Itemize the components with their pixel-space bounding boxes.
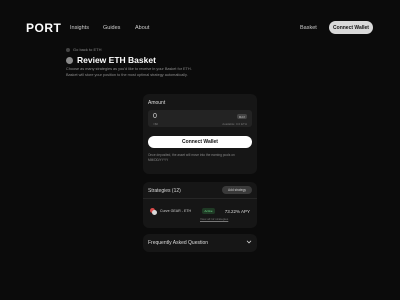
nav-link-guides[interactable]: Guides [103,25,120,31]
faq-title: Frequently Asked Question [148,240,209,246]
strategy-row[interactable]: Curve GEAR - ETH Active 73.22% APY View … [143,204,257,222]
divider [143,198,257,199]
page-title: Review ETH Basket [66,55,156,65]
back-arrow-icon [66,47,70,52]
page-description: Choose as many strategies as you'd like … [66,67,192,77]
max-button[interactable]: MAX [237,114,247,119]
nav-link-basket[interactable]: Basket [300,25,317,31]
nav-link-about[interactable]: About [135,25,149,31]
back-link[interactable]: Go back to ETH [66,47,101,52]
deposit-note: Once deposited, the asset will move into… [148,153,235,162]
connect-wallet-header-button[interactable]: Connect Wallet [329,21,373,34]
amount-label: Amount [148,100,166,106]
logo[interactable]: PORT [26,21,61,35]
top-navigation: PORT Insights Guides About Basket Connec… [0,0,400,56]
available-balance: Available: 0.0 ETH [222,122,247,126]
strategy-name: Curve GEAR - ETH [160,209,192,213]
view-all-strategies-link[interactable]: View all 12 strategies [200,217,228,221]
page-title-text: Review ETH Basket [77,55,156,65]
back-link-label: Go back to ETH [73,47,102,52]
strategies-card: Strategies (12) Add strategy Curve GEAR … [143,182,257,228]
curve-eth-pair-icon [150,208,157,215]
faq-accordion[interactable]: Frequently Asked Question [143,234,257,252]
connect-wallet-button[interactable]: Connect Wallet [148,136,252,148]
amount-input[interactable]: 0 =$0 MAX Available: 0.0 ETH [148,110,252,127]
add-strategy-button[interactable]: Add strategy [222,186,252,194]
strategy-apy: 73.22% APY [224,208,250,214]
amount-value: 0 [153,113,157,120]
amount-usd-value: =$0 [153,122,159,126]
amount-card: Amount 0 =$0 MAX Available: 0.0 ETH Conn… [143,94,257,174]
nav-link-insights[interactable]: Insights [70,25,89,31]
strategies-title: Strategies (12) [148,188,181,194]
status-badge: Active [202,207,215,214]
eth-icon [66,56,73,64]
chevron-down-icon [246,240,252,244]
